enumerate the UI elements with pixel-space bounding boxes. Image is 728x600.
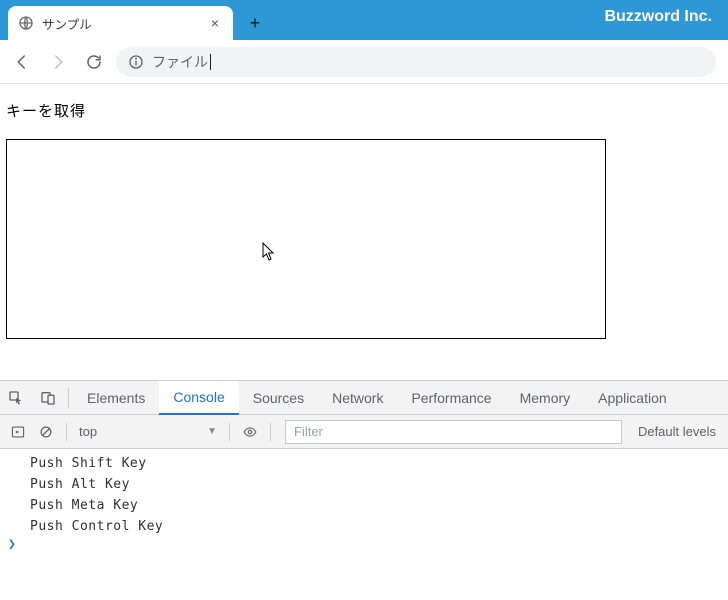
new-tab-button[interactable]: + <box>241 9 269 37</box>
address-bar-row: ファイル <box>0 40 728 84</box>
separator <box>229 423 230 441</box>
filter-placeholder: Filter <box>294 424 323 439</box>
reload-button[interactable] <box>80 48 108 76</box>
inspect-icon[interactable] <box>0 381 32 415</box>
tab-network[interactable]: Network <box>318 381 397 415</box>
console-prompt[interactable]: ❯ <box>0 537 728 552</box>
console-log-line: Push Shift Key <box>0 453 728 474</box>
brand-label: Buzzword Inc. <box>604 8 712 26</box>
cursor-icon <box>262 242 278 262</box>
console-output[interactable]: Push Shift Key Push Alt Key Push Meta Ke… <box>0 449 728 600</box>
tab-elements[interactable]: Elements <box>73 381 159 415</box>
console-filter-input[interactable]: Filter <box>285 420 622 444</box>
separator <box>270 423 271 441</box>
browser-tab-strip: サンプル × + Buzzword Inc. <box>0 0 728 40</box>
page-heading: キーを取得 <box>6 100 722 121</box>
globe-icon <box>18 15 34 31</box>
url-scheme-label: ファイル <box>152 52 208 72</box>
text-caret <box>210 54 211 70</box>
separator <box>68 388 69 408</box>
tab-title: サンプル <box>42 14 207 33</box>
execution-context-select[interactable]: top ▼ <box>73 420 223 444</box>
sidebar-toggle-icon[interactable] <box>4 418 32 446</box>
info-icon <box>128 54 144 70</box>
tab-performance[interactable]: Performance <box>397 381 505 415</box>
chevron-down-icon: ▼ <box>207 426 217 437</box>
browser-tab-active[interactable]: サンプル × <box>8 6 233 40</box>
log-levels-select[interactable]: Default levels <box>630 424 724 439</box>
tab-memory[interactable]: Memory <box>506 381 585 415</box>
key-capture-textarea[interactable] <box>6 139 606 339</box>
clear-console-icon[interactable] <box>32 418 60 446</box>
page-viewport: キーを取得 <box>0 84 728 380</box>
close-icon[interactable]: × <box>207 15 223 31</box>
back-button[interactable] <box>8 48 36 76</box>
forward-button[interactable] <box>44 48 72 76</box>
tab-application[interactable]: Application <box>584 381 681 415</box>
tab-console[interactable]: Console <box>159 381 238 415</box>
context-label: top <box>79 424 97 439</box>
console-log-line: Push Alt Key <box>0 474 728 495</box>
device-toggle-icon[interactable] <box>32 381 64 415</box>
live-expression-icon[interactable] <box>236 418 264 446</box>
address-bar[interactable]: ファイル <box>116 47 716 77</box>
console-log-line: Push Meta Key <box>0 495 728 516</box>
tab-sources[interactable]: Sources <box>239 381 318 415</box>
separator <box>66 423 67 441</box>
console-log-line: Push Control Key <box>0 516 728 537</box>
console-toolbar: top ▼ Filter Default levels <box>0 415 728 449</box>
devtools-tab-bar: Elements Console Sources Network Perform… <box>0 381 728 415</box>
devtools-panel: Elements Console Sources Network Perform… <box>0 380 728 600</box>
